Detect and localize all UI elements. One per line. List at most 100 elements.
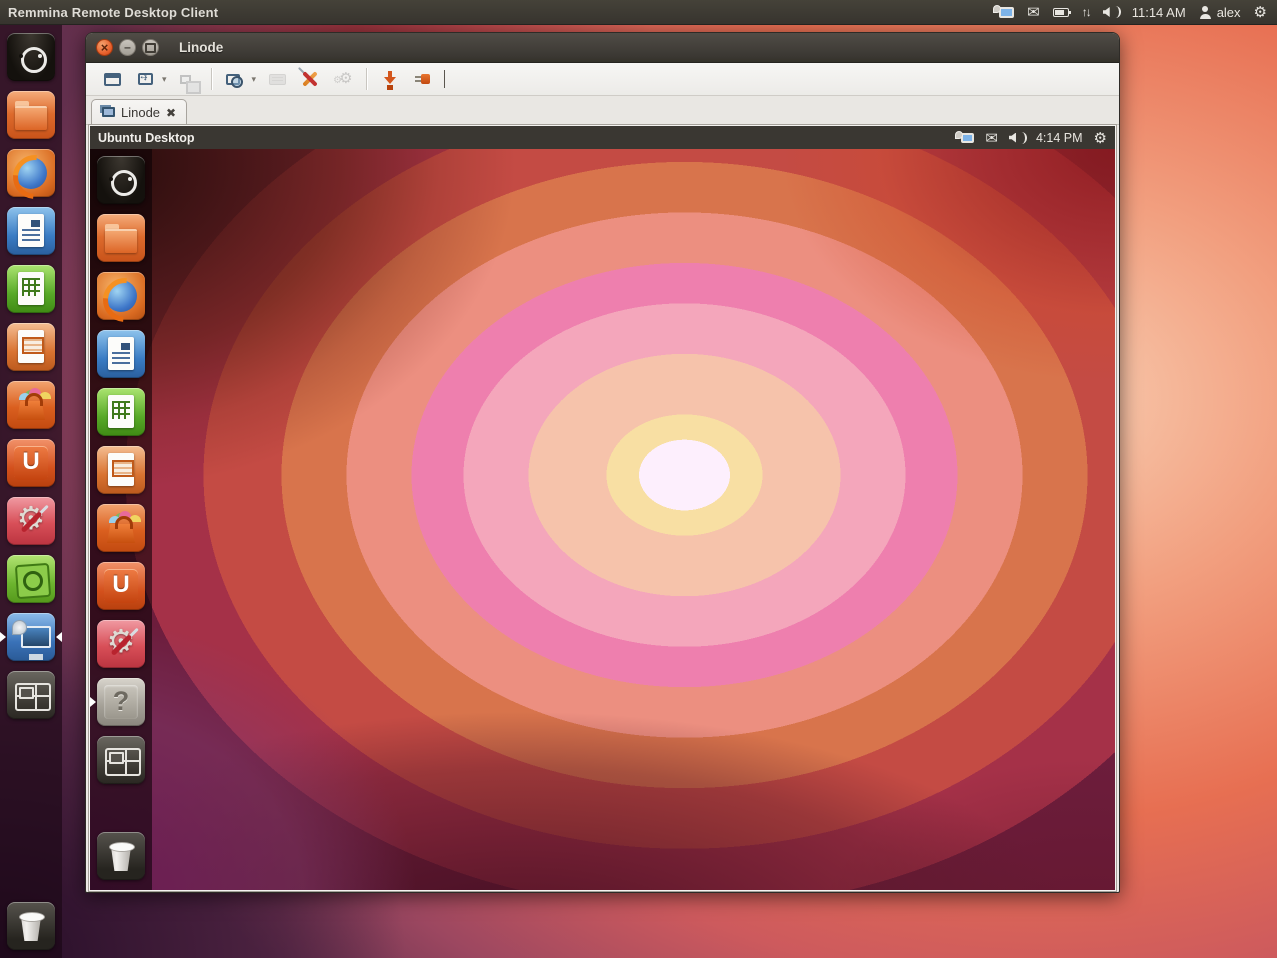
software-updater-launcher-item[interactable] [7,555,55,603]
ubuntu-one-launcher-item[interactable] [7,439,55,487]
window-minimize-button[interactable] [119,39,136,56]
scaled-mode-dropdown[interactable] [162,74,167,85]
fullscreen-button[interactable] [100,66,124,92]
libreoffice-writer-launcher-item[interactable] [7,207,55,255]
remote-desktop-wallpaper[interactable] [90,149,1115,890]
remmina-toolbar [86,63,1119,96]
ubuntu-software-center-launcher-item[interactable] [97,504,145,552]
host-unity-launcher [0,25,62,958]
volume-indicator-icon[interactable] [1103,0,1119,25]
window-maximize-button[interactable] [142,39,159,56]
ubuntu-dash-launcher-item[interactable] [97,156,145,204]
preferences-tools-button[interactable] [298,66,322,92]
scale-arrows-icon [138,73,153,85]
ubuntu-software-center-icon [7,381,55,429]
duplicate-connection-button[interactable] [176,66,200,92]
person-icon [1199,6,1212,19]
battery-indicator-icon[interactable] [1053,0,1069,25]
orange-down-arrow-icon [382,71,398,88]
unknown-app-icon [97,678,145,726]
ubuntu-dash-icon [7,33,55,81]
scaled-mode-button[interactable] [133,66,157,92]
libreoffice-impress-launcher-item[interactable] [7,323,55,371]
zoom-button[interactable] [223,66,247,92]
window-titlebar[interactable]: Linode [86,33,1119,63]
minimize-to-tray-button[interactable] [378,66,402,92]
files-folder-launcher-item[interactable] [7,91,55,139]
libreoffice-calc-launcher-item[interactable] [97,388,145,436]
host-app-title: Remmina Remote Desktop Client [8,5,218,20]
trash-launcher-item[interactable] [7,902,55,950]
gears-settings-button[interactable] [331,66,355,92]
toolbar-end-separator [444,70,445,88]
focused-indicator-arrow [56,632,62,642]
ubuntu-dash-launcher-item[interactable] [7,33,55,81]
keyboard-grab-button[interactable] [265,66,289,92]
plug-icon [414,73,433,85]
battery-icon [1053,8,1069,17]
unknown-app-launcher-item[interactable] [97,678,145,726]
firefox-launcher-item[interactable] [97,272,145,320]
system-settings-launcher-item[interactable] [97,620,145,668]
volume-indicator-icon[interactable] [1009,125,1025,150]
remmina-indicator-icon[interactable] [993,0,1014,25]
ubuntu-one-icon [97,562,145,610]
satellite-dish-icon [955,131,963,139]
files-folder-icon [7,91,55,139]
trash-launcher-item[interactable] [97,832,145,880]
tab-close-icon[interactable] [166,105,176,120]
ubuntu-one-launcher-item[interactable] [97,562,145,610]
firefox-icon [97,272,145,320]
libreoffice-calc-launcher-item[interactable] [7,265,55,313]
system-settings-icon [97,620,145,668]
keyboard-icon [269,74,286,85]
window-close-button[interactable] [96,39,113,56]
remmina-window: Linode Linode Ubuntu Desktop [85,32,1120,893]
speaker-icon [1103,6,1119,18]
host-top-panel: Remmina Remote Desktop Client 11:14 AM a… [0,0,1277,25]
ubuntu-software-center-launcher-item[interactable] [7,381,55,429]
libreoffice-writer-launcher-item[interactable] [97,330,145,378]
window-title: Linode [179,40,223,55]
libreoffice-writer-icon [97,330,145,378]
mail-indicator-icon[interactable] [1027,0,1040,25]
session-gear-icon[interactable] [1254,0,1267,25]
fullscreen-icon [104,73,121,86]
remmina-icon [7,613,55,661]
remote-clock[interactable]: 4:14 PM [1036,131,1083,145]
user-menu[interactable]: alex [1199,0,1241,25]
network-arrows-icon[interactable] [1082,0,1090,25]
toolbar-separator [211,68,212,90]
system-settings-launcher-item[interactable] [7,497,55,545]
workspace-switcher-launcher-item[interactable] [7,671,55,719]
mail-indicator-icon[interactable] [985,125,998,150]
remmina-indicator-icon[interactable] [955,125,974,150]
workspace-switcher-icon [7,671,55,719]
remote-desktop-viewport[interactable]: Ubuntu Desktop 4:14 PM [89,125,1116,891]
toolbar-separator [366,68,367,90]
session-gear-icon[interactable] [1094,125,1107,150]
remmina-launcher-item[interactable] [7,613,55,661]
duplicate-windows-icon [180,75,191,84]
host-clock[interactable]: 11:14 AM [1132,5,1186,20]
tab-linode[interactable]: Linode [91,99,187,125]
speaker-icon [1009,132,1025,144]
ubuntu-one-icon [7,439,55,487]
workspace-switcher-launcher-item[interactable] [97,736,145,784]
ubuntu-dash-icon [97,156,145,204]
magnifier-window-icon [226,74,240,85]
files-folder-launcher-item[interactable] [97,214,145,262]
username-label: alex [1217,5,1241,20]
gears-icon [333,70,353,88]
zoom-dropdown[interactable] [252,74,257,85]
monitor-icon [999,7,1014,18]
ubuntu-software-center-icon [97,504,145,552]
tab-label: Linode [121,105,160,120]
libreoffice-calc-icon [97,388,145,436]
firefox-launcher-item[interactable] [7,149,55,197]
remote-panel-title: Ubuntu Desktop [98,131,195,145]
disconnect-button[interactable] [411,66,435,92]
libreoffice-impress-launcher-item[interactable] [97,446,145,494]
files-folder-icon [97,214,145,262]
trash-icon [97,832,145,880]
